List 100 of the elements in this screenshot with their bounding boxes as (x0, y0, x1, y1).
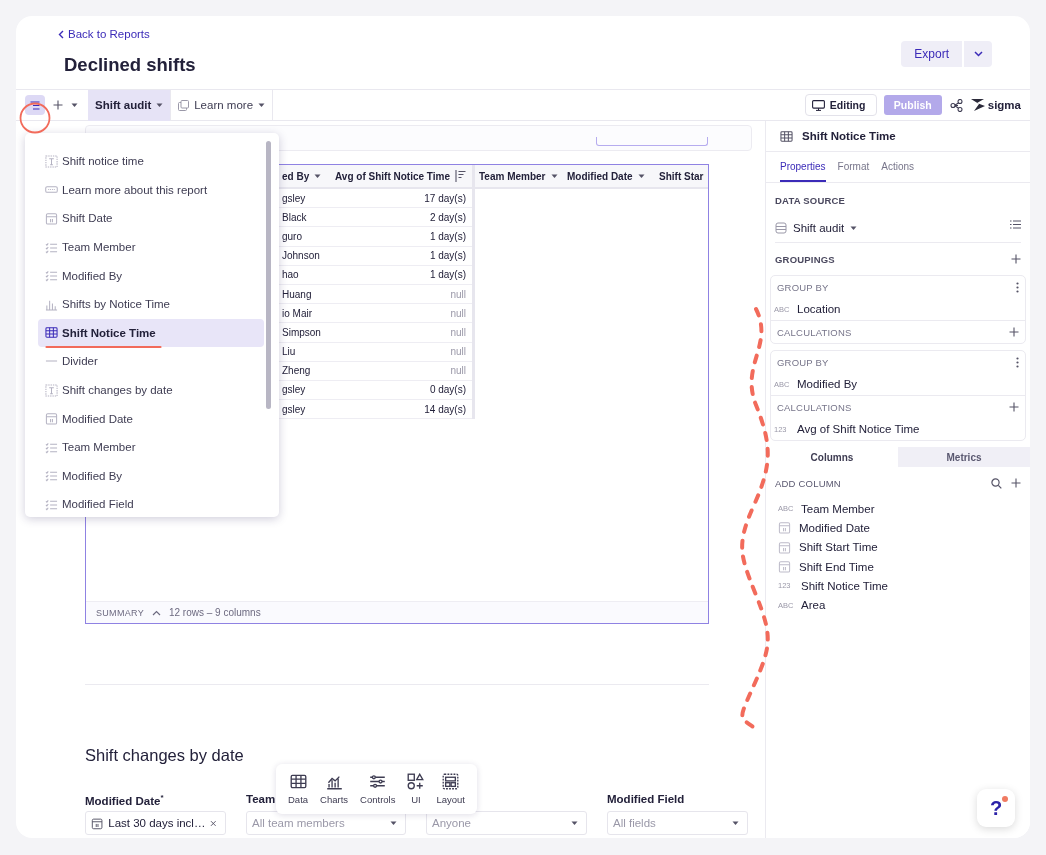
outline-item[interactable]: Divider (38, 347, 264, 376)
caret-icon (314, 173, 322, 179)
section-label: ADD COLUMN (775, 477, 841, 489)
segment-tab[interactable]: Metrics (898, 447, 1030, 467)
list-icon (45, 269, 58, 283)
column-header[interactable]: Avg of Shift Notice Time (326, 165, 472, 189)
column-header[interactable]: Team Member (475, 165, 563, 189)
database-icon (775, 222, 787, 234)
plus-icon[interactable] (53, 100, 63, 110)
toolbar-button[interactable]: Layout (430, 773, 471, 805)
plus-icon[interactable] (1011, 478, 1021, 488)
outline-item[interactable]: Modified Date (38, 404, 264, 433)
plus-icon[interactable] (1009, 327, 1019, 337)
row-count: 12 rows – 9 columns (168, 607, 261, 618)
chevron-down-icon (973, 51, 983, 57)
list-icon (45, 469, 58, 483)
outline-item[interactable]: Team Member (38, 232, 264, 262)
group-by-label: GROUP BY (777, 281, 829, 293)
summary-label[interactable]: SUMMARY (96, 607, 144, 618)
more-icon[interactable] (1016, 356, 1019, 368)
table-icon (289, 773, 307, 790)
outline-item[interactable]: Shift notice time (38, 147, 264, 176)
outline-item[interactable]: Shift Date (38, 204, 264, 233)
help-button[interactable]: ? (977, 789, 1015, 827)
caret-icon (571, 820, 578, 826)
date-filter[interactable]: Last 30 days incl… (85, 811, 226, 835)
clear-icon[interactable] (210, 819, 217, 827)
caret-icon (637, 173, 645, 179)
panel-tab[interactable]: Format (837, 152, 870, 182)
toolbar-button[interactable]: Controls (354, 773, 402, 805)
sort-icon[interactable] (455, 170, 466, 182)
column-header[interactable]: ed By (278, 165, 326, 189)
outline-item[interactable]: Shift changes by date (38, 375, 264, 405)
caret-icon (71, 102, 78, 108)
column-header[interactable]: Modified Date (563, 165, 655, 189)
filter-label: Team (246, 793, 276, 805)
share-nodes-icon[interactable] (949, 98, 963, 112)
divider-icon (45, 360, 58, 363)
toolbar-button[interactable]: UI (401, 773, 431, 805)
filter-label: Modified Date$^{*}$ (85, 794, 164, 807)
table-icon (45, 326, 58, 340)
export-button[interactable]: Export (901, 41, 962, 67)
page-tab[interactable]: Learn more (171, 89, 274, 121)
list-icon (45, 497, 58, 511)
section-label: DATA SOURCE (775, 195, 847, 206)
group-by-label: GROUP BY (777, 356, 829, 368)
column-item[interactable]: Modified Date (775, 518, 1021, 538)
calendar-icon (91, 816, 104, 830)
plus-icon[interactable] (1009, 402, 1019, 412)
outline-item[interactable]: Modified By (38, 261, 264, 290)
menu-icon (30, 100, 40, 110)
caret-icon (258, 102, 266, 108)
toolbar-button[interactable]: Data (282, 773, 315, 805)
caret-icon (390, 820, 397, 826)
outline-item[interactable]: Learn more about this report (38, 175, 264, 205)
panel-tab[interactable]: Actions (881, 152, 915, 182)
chevron-left-icon (58, 29, 64, 39)
plus-icon[interactable] (1011, 254, 1021, 264)
data-source-select[interactable]: Shift audit (775, 217, 858, 239)
editing-toggle[interactable]: Editing (804, 94, 877, 116)
column-header[interactable]: Shift Star (655, 165, 708, 189)
outline-item[interactable]: Team Member (38, 432, 264, 462)
back-link[interactable]: Back to Reports (58, 28, 196, 40)
calendar-icon (45, 212, 58, 225)
outline-item[interactable]: Modified By (38, 461, 264, 491)
column-item[interactable]: Shift End Time (775, 556, 1021, 577)
table-icon (780, 129, 793, 143)
column-item[interactable]: Shift Start Time (775, 537, 1021, 557)
calendar-icon (778, 521, 791, 535)
page-tab[interactable]: Shift audit (88, 89, 172, 121)
list-icon (45, 440, 58, 454)
circle-annotation (19, 102, 51, 134)
scrollbar[interactable] (266, 141, 271, 409)
outline-item[interactable]: Shift Notice Time (38, 318, 264, 348)
monitor-icon (811, 99, 825, 111)
caret-icon (156, 102, 164, 108)
sigma-logo: sigma (970, 99, 1021, 111)
caret-icon (550, 173, 558, 179)
section-title: Shift changes by date (85, 746, 245, 765)
more-icon[interactable] (1016, 281, 1019, 293)
list-icon[interactable] (1010, 219, 1021, 229)
panel-tab[interactable]: Properties (780, 152, 826, 182)
calculations-label: CALCULATIONS (777, 401, 852, 413)
chevron-up-icon[interactable] (151, 609, 161, 616)
outline-button[interactable] (25, 95, 45, 115)
outline-item[interactable]: Modified Field (38, 490, 264, 519)
panel-title: Shift Notice Time (802, 130, 896, 142)
text-block-icon (45, 154, 58, 168)
filter-label: Modified Field (607, 793, 685, 805)
export-options-button[interactable] (964, 41, 992, 67)
search-icon[interactable] (991, 477, 1002, 489)
toolbar-button[interactable]: Charts (314, 773, 355, 805)
layout-icon (442, 773, 460, 790)
section-label: GROUPINGS (775, 253, 835, 265)
text-block-icon (45, 383, 58, 397)
outline-item[interactable]: Shifts by Notice Time (38, 289, 264, 319)
page-icon (178, 99, 190, 111)
shapes-icon (407, 773, 425, 790)
sliders-icon (369, 773, 387, 790)
list-icon (45, 240, 58, 254)
